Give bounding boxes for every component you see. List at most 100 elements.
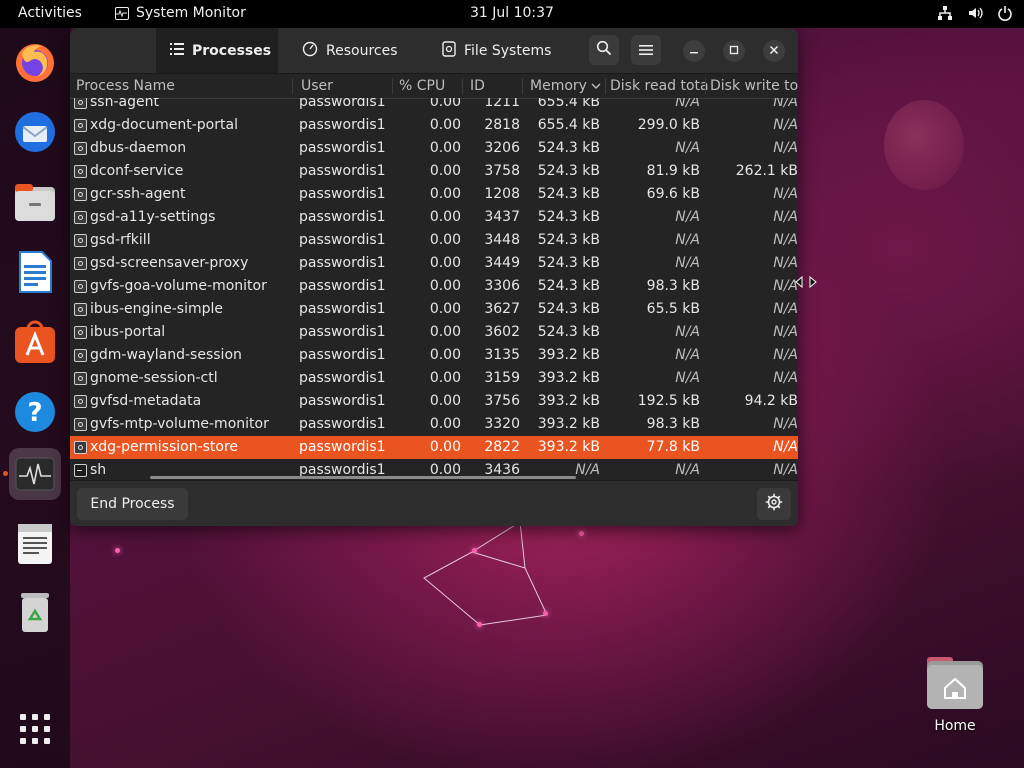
col-cpu[interactable]: % CPU <box>399 78 445 94</box>
thunderbird-icon[interactable] <box>9 106 61 158</box>
process-row[interactable]: dconf-service passwordis1 0.00 3758 524.3 kB… <box>70 160 798 183</box>
show-applications-icon[interactable] <box>9 703 61 755</box>
col-user[interactable]: User <box>301 78 333 94</box>
column-separator[interactable] <box>292 78 293 94</box>
col-id[interactable]: ID <box>470 78 485 94</box>
top-bar: Activities System Monitor 31 Jul 10:37 <box>0 0 1024 28</box>
memory-cell: N/A <box>575 462 600 478</box>
process-name-cell: xdg-permission-store <box>90 439 239 455</box>
tab-resources[interactable]: Resources <box>288 28 412 73</box>
col-disk-read[interactable]: Disk read tota <box>610 78 709 94</box>
disk-read-cell: N/A <box>675 209 700 225</box>
process-row[interactable]: gvfs-mtp-volume-monitor passwordis1 0.00 33… <box>70 413 798 436</box>
power-icon[interactable] <box>996 4 1014 22</box>
col-memory[interactable]: Memory <box>530 78 601 94</box>
process-row[interactable]: gsd-screensaver-proxy passwordis1 0.00 3449… <box>70 252 798 275</box>
main-menu-button[interactable] <box>631 35 661 65</box>
system-monitor-dock-icon[interactable] <box>9 448 61 500</box>
text-editor-icon[interactable] <box>9 518 61 570</box>
activities-button[interactable]: Activities <box>18 5 82 21</box>
tab-processes[interactable]: Processes <box>156 28 278 73</box>
process-row[interactable]: gsd-rfkill passwordis1 0.00 3448 524.3 kB N/A… <box>70 229 798 252</box>
app-menu-label: System Monitor <box>136 5 246 21</box>
system-tray[interactable] <box>936 4 1014 22</box>
process-row[interactable]: gsd-a11y-settings passwordis1 0.00 3437 524.… <box>70 206 798 229</box>
maximize-button[interactable] <box>723 40 745 62</box>
volume-icon[interactable] <box>966 4 984 22</box>
user-cell: passwordis1 <box>299 370 386 386</box>
process-icon <box>74 372 87 385</box>
process-row[interactable]: ssh-agent passwordis1 0.00 1211 655.4 kB N/A N… <box>70 98 798 114</box>
user-cell: passwordis1 <box>299 416 386 432</box>
process-name-cell: ssh-agent <box>90 98 159 110</box>
process-name-cell: gvfsd-metadata <box>90 393 202 409</box>
process-row[interactable]: xdg-permission-store passwordis1 0.00 2822 3… <box>70 436 798 459</box>
trash-icon[interactable] <box>9 586 61 638</box>
id-cell: 3437 <box>484 209 520 225</box>
memory-cell: 655.4 kB <box>537 98 600 110</box>
process-name-cell: gnome-session-ctl <box>90 370 218 386</box>
process-row[interactable]: gvfs-goa-volume-monitor passwordis1 0.00 33… <box>70 275 798 298</box>
help-icon[interactable]: ? <box>9 386 61 438</box>
process-row[interactable]: ibus-engine-simple passwordis1 0.00 3627 524… <box>70 298 798 321</box>
id-cell: 3135 <box>484 347 520 363</box>
column-separator[interactable] <box>392 78 393 94</box>
process-icon <box>74 441 87 454</box>
process-icon <box>74 119 87 132</box>
process-row[interactable]: dbus-daemon passwordis1 0.00 3206 524.3 kB N/… <box>70 137 798 160</box>
memory-cell: 393.2 kB <box>537 439 600 455</box>
disk-icon <box>442 40 456 61</box>
disk-read-cell: N/A <box>675 98 700 110</box>
process-row[interactable]: xdg-document-portal passwordis1 0.00 2818 65… <box>70 114 798 137</box>
search-button[interactable] <box>589 35 619 65</box>
cpu-cell: 0.00 <box>429 347 461 363</box>
disk-write-cell: N/A <box>773 98 798 110</box>
files-icon[interactable] <box>9 176 61 228</box>
user-cell: passwordis1 <box>299 301 386 317</box>
app-center-icon[interactable] <box>9 316 61 368</box>
home-folder-label[interactable]: Home <box>915 718 995 734</box>
process-list[interactable]: ssh-agent passwordis1 0.00 1211 655.4 kB N/A N… <box>70 98 798 479</box>
column-separator[interactable] <box>705 78 706 94</box>
cpu-cell: 0.00 <box>429 140 461 156</box>
disk-write-cell: N/A <box>773 232 798 248</box>
disk-write-cell: N/A <box>773 324 798 340</box>
app-menu[interactable]: System Monitor <box>115 5 246 21</box>
process-row[interactable]: gvfsd-metadata passwordis1 0.00 3756 393.2 k… <box>70 390 798 413</box>
home-folder-icon[interactable] <box>925 655 985 711</box>
network-icon[interactable] <box>936 4 954 22</box>
user-cell: passwordis1 <box>299 255 386 271</box>
star <box>115 548 120 553</box>
process-row[interactable]: ibus-portal passwordis1 0.00 3602 524.3 kB N/… <box>70 321 798 344</box>
process-row[interactable]: gdm-wayland-session passwordis1 0.00 3135 39… <box>70 344 798 367</box>
process-row[interactable]: gnome-session-ctl passwordis1 0.00 3159 393.… <box>70 367 798 390</box>
footer-bar: End Process <box>70 480 798 526</box>
tab-label: Resources <box>326 42 398 59</box>
close-button[interactable] <box>763 40 785 62</box>
process-icon <box>74 349 87 362</box>
end-process-button[interactable]: End Process <box>77 488 188 520</box>
process-name-cell: dbus-daemon <box>90 140 187 156</box>
moon-decoration <box>884 100 964 190</box>
process-row[interactable]: gcr-ssh-agent passwordis1 0.00 1208 524.3 kB… <box>70 183 798 206</box>
clock[interactable]: 31 Jul 10:37 <box>470 5 554 21</box>
col-process-name[interactable]: Process Name <box>76 78 175 94</box>
disk-write-cell: 94.2 kB <box>744 393 798 409</box>
user-cell: passwordis1 <box>299 393 386 409</box>
star <box>543 611 548 616</box>
horizontal-scrollbar[interactable] <box>150 476 576 479</box>
tab-file-systems[interactable]: File Systems <box>428 28 565 73</box>
cpu-cell: 0.00 <box>429 209 461 225</box>
column-separator[interactable] <box>462 78 463 94</box>
column-separator[interactable] <box>522 78 523 94</box>
process-name-cell: gvfs-mtp-volume-monitor <box>90 416 269 432</box>
col-disk-write[interactable]: Disk write to <box>710 78 798 94</box>
libreoffice-writer-icon[interactable] <box>9 246 61 298</box>
id-cell: 3449 <box>484 255 520 271</box>
disk-read-cell: 192.5 kB <box>637 393 700 409</box>
column-separator[interactable] <box>605 78 606 94</box>
minimize-button[interactable] <box>683 40 705 62</box>
process-settings-button[interactable] <box>757 488 791 520</box>
firefox-icon[interactable] <box>9 36 61 88</box>
id-cell: 3306 <box>484 278 520 294</box>
